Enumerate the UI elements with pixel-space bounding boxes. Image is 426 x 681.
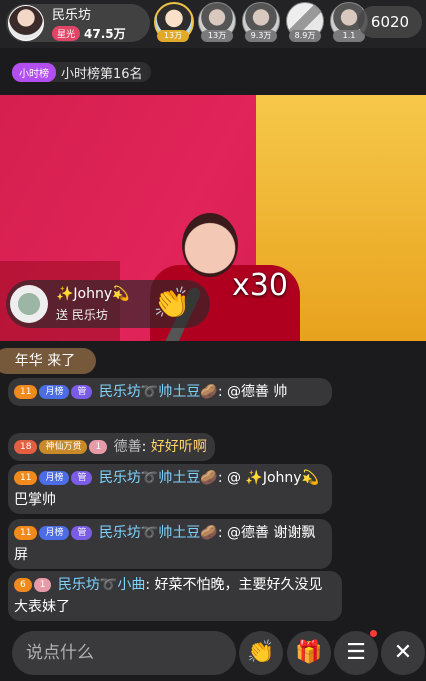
chat-username[interactable]: 民乐坊➰帅土豆🥔 — [99, 384, 218, 400]
viewer-score: 13万 — [201, 30, 233, 42]
chat-message[interactable]: 11 月榜管 民乐坊➰帅土豆🥔: @德善 谢谢飘屏 — [8, 519, 332, 569]
chat-text: @德善 帅 — [226, 384, 288, 400]
viewer-score: 13万 — [157, 30, 189, 42]
online-count[interactable]: 6020 — [358, 6, 422, 38]
gift-multiplier: x30 — [232, 268, 288, 303]
performer-head — [182, 213, 238, 277]
rank-badge: 小时榜 — [12, 62, 56, 82]
manager-badge: 管 — [71, 471, 93, 485]
chat-sep: : — [145, 577, 151, 593]
chat-sep: : — [141, 439, 147, 455]
heart-badge: 1 — [33, 578, 52, 592]
hourly-rank[interactable]: 小时榜 小时榜第16名 — [12, 62, 151, 82]
gift-button[interactable]: 🎁 — [287, 631, 331, 675]
star-badge: 星光 — [52, 26, 81, 41]
chat-sep: : — [217, 384, 223, 400]
gift-sender-name: ✨Johny💫 — [56, 285, 130, 302]
clap-icon: 👏 — [153, 286, 191, 321]
chat-username[interactable]: 民乐坊➰帅土豆🥔 — [99, 470, 218, 486]
manager-badge: 管 — [71, 526, 93, 540]
chat-message[interactable]: 61 民乐坊➰小曲: 好菜不怕晚，主要好久没见大表妹了 — [8, 571, 342, 621]
viewer-score: 1.1 — [333, 30, 365, 42]
top-bar: 民乐坊 星光 47.5万 13万 13万 9.3万 8.9万 1.1 6020 — [0, 0, 426, 48]
host-avatar[interactable] — [8, 5, 44, 41]
follower-count: 47.5万 — [84, 27, 126, 41]
level-badge: 18 — [14, 440, 38, 454]
clap-button[interactable]: 👏 — [239, 631, 283, 675]
close-button[interactable]: ✕ — [381, 631, 425, 675]
gift-sender-avatar — [10, 285, 48, 323]
host-info: 民乐坊 星光 47.5万 — [52, 4, 126, 42]
host-name: 民乐坊 — [52, 8, 92, 23]
level-badge: 11 — [14, 526, 38, 540]
chat-username[interactable]: 民乐坊➰帅土豆🥔 — [99, 525, 218, 541]
viewer-avatar[interactable]: 9.3万 — [242, 2, 280, 46]
month-rank-badge: 月榜 — [39, 385, 70, 399]
chat-sep: : — [217, 470, 223, 486]
chat-sep: : — [217, 525, 223, 541]
level-badge: 11 — [14, 385, 38, 399]
heart-badge: 1 — [89, 440, 108, 454]
viewer-avatar[interactable]: 13万 — [154, 2, 194, 46]
chat-message[interactable]: 11 月榜管 民乐坊➰帅土豆🥔: @ ✨Johny💫 巴掌帅 — [8, 464, 332, 514]
chat-message[interactable]: 18 神仙万贯 1 德善: 好好听啊 — [8, 433, 215, 461]
host-sub-row: 星光 47.5万 — [52, 25, 126, 42]
level-badge: 6 — [14, 578, 32, 592]
comment-input[interactable]: 说点什么 — [12, 631, 236, 675]
top-viewers-list: 13万 13万 9.3万 8.9万 1.1 — [154, 2, 368, 46]
chat-username[interactable]: 民乐坊➰小曲 — [58, 577, 145, 593]
host-info-pill[interactable]: 民乐坊 星光 47.5万 — [6, 4, 150, 42]
gift-recipient: 送 民乐坊 — [56, 307, 108, 322]
rank-text: 小时榜第16名 — [61, 66, 143, 82]
manager-badge: 管 — [71, 385, 93, 399]
month-rank-badge: 月榜 — [39, 471, 70, 485]
chat-message[interactable]: 11 月榜管 民乐坊➰帅土豆🥔: @德善 帅 — [8, 378, 332, 406]
enter-notice: 年华 来了 — [0, 348, 96, 374]
level-badge: 11 — [14, 471, 38, 485]
viewer-score: 9.3万 — [245, 30, 277, 42]
gift-info: ✨Johny💫 送 民乐坊 — [56, 286, 130, 323]
menu-button[interactable]: ☰ — [334, 631, 378, 675]
viewer-score: 8.9万 — [289, 30, 321, 42]
fan-badge: 神仙万贯 — [39, 440, 88, 454]
chat-text: 好好听啊 — [150, 439, 207, 455]
viewer-avatar[interactable]: 13万 — [198, 2, 236, 46]
chat-username[interactable]: 德善 — [114, 439, 142, 455]
month-rank-badge: 月榜 — [39, 526, 70, 540]
viewer-avatar[interactable]: 8.9万 — [286, 2, 324, 46]
notification-dot — [370, 630, 377, 637]
